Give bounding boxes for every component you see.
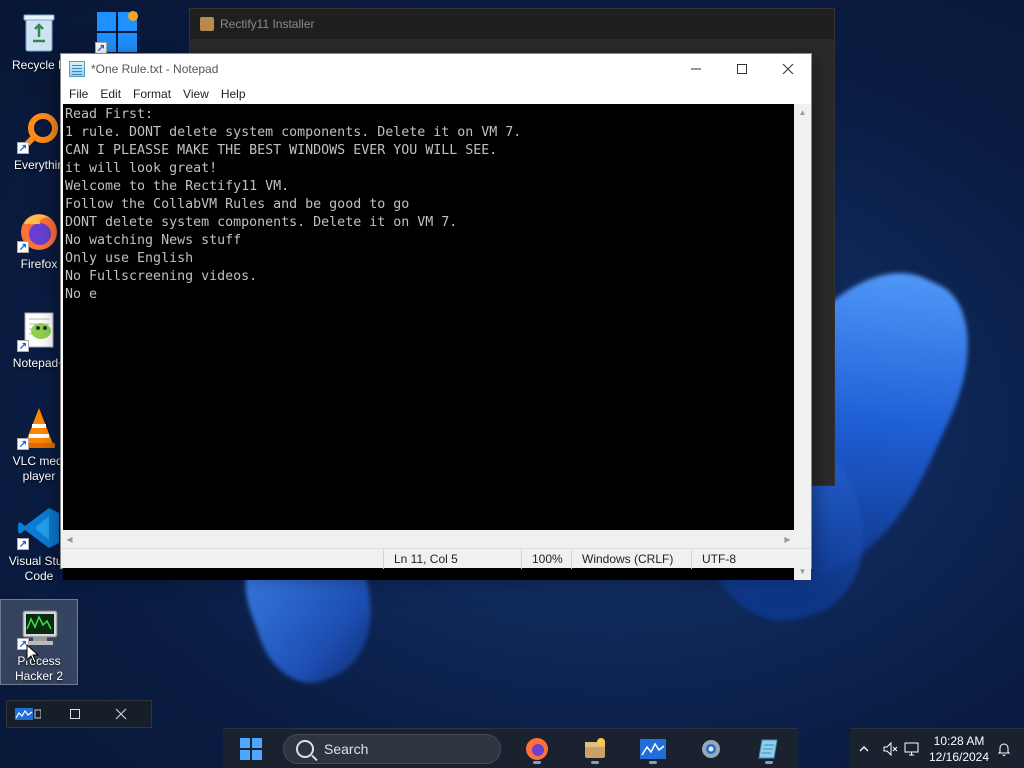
rectify11-installer-icon	[585, 738, 605, 758]
status-zoom: 100%	[521, 549, 571, 569]
close-icon	[782, 63, 794, 75]
tray-overflow-button[interactable]	[858, 729, 870, 768]
maximize-icon[interactable]	[69, 708, 81, 720]
close-icon[interactable]	[115, 708, 127, 720]
taskbar-center: Search	[223, 728, 798, 768]
notepad-icon	[758, 739, 778, 759]
scroll-left-arrow-icon[interactable]: ◀	[61, 530, 78, 548]
taskbar-app-task-manager[interactable]	[635, 733, 671, 765]
minimize-icon	[691, 68, 701, 70]
shortcut-arrow-icon: ↗	[17, 142, 29, 154]
status-encoding: UTF-8	[691, 549, 811, 569]
everything-search-icon: ↗	[17, 110, 61, 154]
running-indicator	[649, 761, 657, 764]
desktop-icon-label: Notepad+	[12, 356, 66, 370]
running-indicator	[533, 761, 541, 764]
task-manager-icon	[640, 739, 666, 759]
notepad-app-icon	[69, 61, 85, 77]
horizontal-scrollbar[interactable]: ◀ ▶	[61, 530, 796, 548]
installer-app-icon	[200, 17, 214, 31]
close-button[interactable]	[765, 54, 811, 84]
search-icon	[296, 740, 314, 758]
clock-date: 12/16/2024	[928, 750, 990, 764]
notifications-button[interactable]	[996, 729, 1012, 768]
network-icon	[904, 742, 919, 756]
vscode-icon: ↗	[17, 506, 61, 550]
status-position: Ln 11, Col 5	[383, 549, 523, 569]
system-tray: 10:28 AM 12/16/2024	[850, 728, 1024, 768]
minimized-window-thumbnail[interactable]	[6, 700, 152, 728]
desktop-icon-label: Recycle B	[11, 58, 67, 72]
installer-titlebar[interactable]: Rectify11 Installer	[190, 9, 834, 39]
tray-network[interactable]	[904, 729, 920, 768]
windows-icon: ↗	[95, 10, 139, 54]
taskbar-app-firefox[interactable]	[519, 733, 555, 765]
tray-volume[interactable]	[882, 729, 898, 768]
status-line-ending: Windows (CRLF)	[571, 549, 691, 569]
firefox-icon: ↗	[17, 209, 61, 253]
vertical-scrollbar[interactable]: ▲ ▼	[794, 104, 811, 580]
running-indicator	[591, 761, 599, 764]
menu-edit[interactable]: Edit	[94, 87, 127, 101]
desktop-icon-label: Firefox	[20, 257, 58, 271]
minimize-button[interactable]	[673, 54, 719, 84]
menu-help[interactable]: Help	[215, 87, 252, 101]
status-bar: Ln 11, Col 5 100% Windows (CRLF) UTF-8	[61, 548, 811, 569]
taskbar: Search 10:28 AM 12/16/2024	[0, 728, 1024, 768]
shortcut-arrow-icon: ↗	[17, 340, 29, 352]
text-editor[interactable]: Read First: 1 rule. DONT delete system c…	[63, 104, 795, 580]
bell-icon	[997, 743, 1011, 756]
menu-bar: File Edit Format View Help	[61, 84, 811, 104]
windows-start-icon	[240, 738, 262, 760]
taskbar-app-notepad[interactable]	[751, 733, 787, 765]
chevron-up-icon	[859, 746, 869, 752]
mouse-cursor-icon	[26, 644, 40, 664]
scroll-up-arrow-icon[interactable]: ▲	[794, 104, 811, 121]
volume-muted-icon	[883, 741, 898, 757]
desktop-icon-process-hacker[interactable]: ↗ Process Hacker 2	[0, 599, 78, 685]
installer-title: Rectify11 Installer	[220, 17, 315, 31]
shortcut-arrow-icon: ↗	[17, 538, 29, 550]
notepad-plus-plus-icon: ↗	[17, 308, 61, 352]
search-label: Search	[324, 741, 369, 757]
shortcut-arrow-icon: ↗	[17, 438, 29, 450]
maximize-button[interactable]	[719, 54, 765, 84]
menu-format[interactable]: Format	[127, 87, 177, 101]
menu-view[interactable]: View	[177, 87, 215, 101]
taskbar-app-installer[interactable]	[577, 733, 613, 765]
firefox-icon	[526, 738, 548, 760]
desktop-icon-label: Everythin	[13, 158, 65, 172]
desktop-icon-label: VLC medi player	[12, 454, 66, 483]
maximize-icon	[737, 64, 747, 74]
clock-time: 10:28 AM	[933, 734, 985, 748]
task-manager-icon	[15, 708, 41, 720]
taskbar-app-settings[interactable]	[693, 733, 729, 765]
shortcut-arrow-icon: ↗	[17, 241, 29, 253]
menu-file[interactable]: File	[63, 87, 94, 101]
notepad-titlebar[interactable]: *One Rule.txt - Notepad	[61, 54, 811, 84]
vlc-icon: ↗	[17, 406, 61, 450]
taskbar-search[interactable]: Search	[283, 734, 501, 764]
start-button[interactable]	[233, 733, 269, 765]
taskbar-clock[interactable]: 10:28 AM 12/16/2024	[926, 733, 992, 765]
window-title: *One Rule.txt - Notepad	[91, 62, 219, 76]
scrollbar-corner	[794, 530, 811, 548]
recycle-bin-icon	[17, 10, 61, 54]
notepad-window[interactable]: *One Rule.txt - Notepad File Edit Format…	[60, 53, 812, 580]
running-indicator	[765, 761, 773, 764]
settings-gear-icon	[702, 740, 720, 758]
